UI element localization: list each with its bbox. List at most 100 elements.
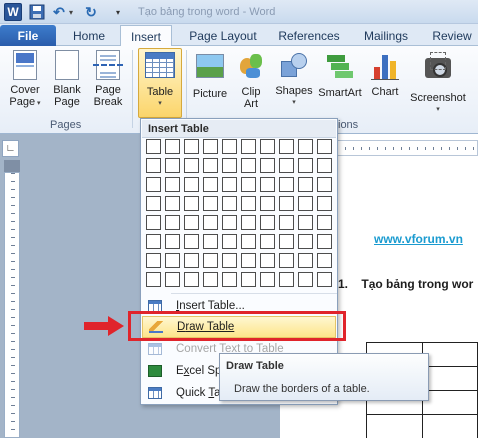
table-grid-cell[interactable] (165, 196, 180, 211)
table-grid-cell[interactable] (260, 215, 275, 230)
table-grid-cell[interactable] (146, 215, 161, 230)
table-grid-cell[interactable] (279, 158, 294, 173)
table-grid-cell[interactable] (203, 196, 218, 211)
table-grid-cell[interactable] (298, 177, 313, 192)
table-grid-cell[interactable] (317, 215, 332, 230)
table-grid-cell[interactable] (241, 177, 256, 192)
table-grid-cell[interactable] (260, 158, 275, 173)
cover-page-button[interactable]: Cover Page ▾ (4, 50, 46, 118)
table-grid-cell[interactable] (184, 215, 199, 230)
table-grid-cell[interactable] (279, 253, 294, 268)
clip-art-button[interactable]: Clip Art (234, 50, 268, 118)
table-grid-cell[interactable] (317, 177, 332, 192)
table-grid-cell[interactable] (298, 253, 313, 268)
picture-button[interactable]: Picture (190, 50, 230, 118)
tab-references[interactable]: References (272, 25, 346, 46)
table-grid-cell[interactable] (317, 253, 332, 268)
table-grid-cell[interactable] (298, 139, 313, 154)
table-grid-cell[interactable] (222, 253, 237, 268)
table-grid-cell[interactable] (203, 234, 218, 249)
table-grid-cell[interactable] (222, 272, 237, 287)
customize-qat-icon[interactable]: ▾ (112, 3, 124, 21)
table-grid-cell[interactable] (279, 272, 294, 287)
table-grid-cell[interactable] (146, 196, 161, 211)
table-grid-cell[interactable] (222, 234, 237, 249)
table-grid-cell[interactable] (184, 234, 199, 249)
table-grid-cell[interactable] (184, 196, 199, 211)
table-grid-cell[interactable] (203, 158, 218, 173)
table-grid-cell[interactable] (203, 215, 218, 230)
page-break-button[interactable]: Page Break (88, 50, 128, 118)
table-grid-cell[interactable] (241, 196, 256, 211)
word-icon[interactable]: W (4, 3, 22, 21)
table-grid-cell[interactable] (298, 215, 313, 230)
table-grid-cell[interactable] (317, 234, 332, 249)
table-grid-cell[interactable] (203, 139, 218, 154)
table-grid-cell[interactable] (260, 177, 275, 192)
table-grid-cell[interactable] (146, 177, 161, 192)
blank-page-button[interactable]: Blank Page (48, 50, 86, 118)
vertical-ruler[interactable] (4, 172, 20, 438)
table-grid-cell[interactable] (146, 272, 161, 287)
table-grid-cell[interactable] (241, 215, 256, 230)
table-grid-cell[interactable] (165, 272, 180, 287)
table-grid-cell[interactable] (165, 234, 180, 249)
tab-insert[interactable]: Insert (120, 25, 172, 47)
table-grid-cell[interactable] (241, 253, 256, 268)
shapes-button[interactable]: Shapes ▾ (272, 50, 316, 118)
table-grid-cell[interactable] (184, 158, 199, 173)
table-grid-cell[interactable] (165, 253, 180, 268)
table-grid-cell[interactable] (298, 234, 313, 249)
table-grid-cell[interactable] (146, 139, 161, 154)
smartart-button[interactable]: SmartArt (316, 50, 364, 118)
table-grid-cell[interactable] (146, 253, 161, 268)
table-grid-cell[interactable] (184, 272, 199, 287)
tab-file[interactable]: File (0, 25, 56, 46)
table-grid-cell[interactable] (222, 139, 237, 154)
table-grid-cell[interactable] (222, 215, 237, 230)
table-grid-cell[interactable] (241, 158, 256, 173)
tab-review[interactable]: Review (426, 25, 478, 46)
tab-page-layout[interactable]: Page Layout (180, 25, 266, 46)
table-grid-cell[interactable] (222, 177, 237, 192)
table-grid-cell[interactable] (241, 139, 256, 154)
table-grid-cell[interactable] (279, 215, 294, 230)
table-grid-cell[interactable] (317, 158, 332, 173)
table-grid-cell[interactable] (222, 158, 237, 173)
table-grid-cell[interactable] (165, 139, 180, 154)
table-grid-cell[interactable] (260, 139, 275, 154)
undo-dropdown-icon[interactable]: ▾ (66, 3, 76, 21)
table-grid-cell[interactable] (165, 215, 180, 230)
tab-home[interactable]: Home (62, 25, 116, 46)
table-grid-cell[interactable] (279, 177, 294, 192)
table-grid-cell[interactable] (279, 196, 294, 211)
table-grid-cell[interactable] (260, 234, 275, 249)
save-icon[interactable] (28, 3, 46, 21)
table-grid-cell[interactable] (165, 177, 180, 192)
table-button[interactable]: Table ▾ (138, 48, 182, 118)
document-link[interactable]: www.vforum.vn (374, 232, 463, 246)
table-grid-cell[interactable] (279, 139, 294, 154)
tab-mailings[interactable]: Mailings (354, 25, 418, 46)
table-grid-cell[interactable] (165, 158, 180, 173)
table-grid-cell[interactable] (317, 196, 332, 211)
table-grid-cell[interactable] (298, 272, 313, 287)
table-grid-cell[interactable] (146, 158, 161, 173)
chart-button[interactable]: Chart (366, 50, 404, 118)
table-grid-cell[interactable] (298, 196, 313, 211)
table-grid-cell[interactable] (184, 177, 199, 192)
table-grid-cell[interactable] (203, 272, 218, 287)
table-grid-cell[interactable] (146, 234, 161, 249)
table-grid-cell[interactable] (222, 196, 237, 211)
table-grid-cell[interactable] (317, 139, 332, 154)
table-grid-cell[interactable] (260, 253, 275, 268)
table-grid-cell[interactable] (260, 196, 275, 211)
table-grid-cell[interactable] (241, 272, 256, 287)
table-grid-cell[interactable] (241, 234, 256, 249)
table-size-grid[interactable] (146, 139, 332, 287)
redo-icon[interactable]: ↻ (82, 3, 100, 21)
table-grid-cell[interactable] (184, 253, 199, 268)
table-grid-cell[interactable] (279, 234, 294, 249)
table-grid-cell[interactable] (317, 272, 332, 287)
ruler-tab-icon[interactable]: ∟ (2, 140, 19, 157)
